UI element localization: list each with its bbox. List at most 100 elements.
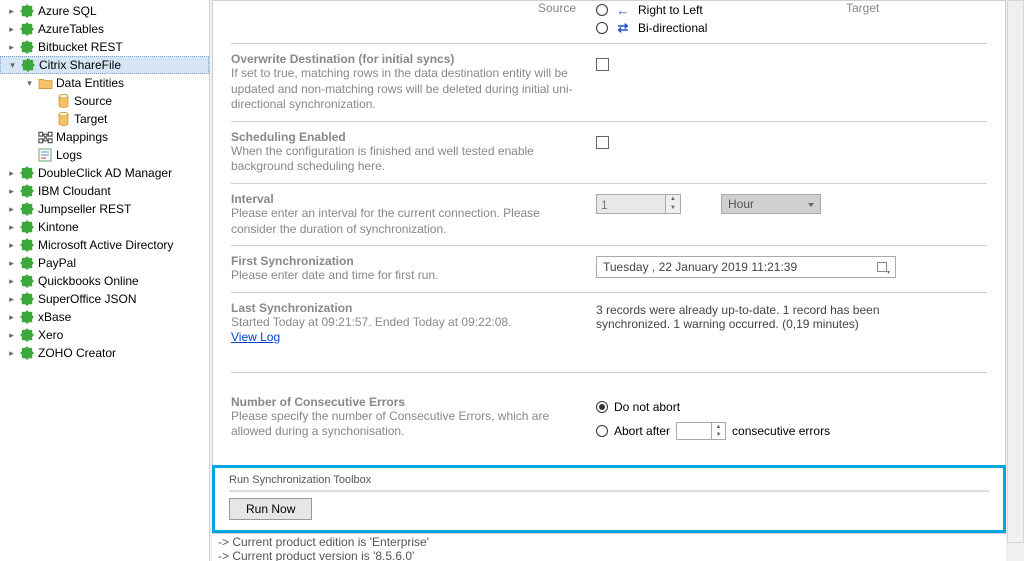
tree-item-xero[interactable]: ▸ Xero <box>0 326 209 344</box>
tree-label: Logs <box>56 148 82 162</box>
puzzle-icon <box>19 183 35 199</box>
expander-icon[interactable]: ▸ <box>6 276 17 287</box>
interval-row: Interval Please enter an interval for th… <box>231 184 987 246</box>
puzzle-icon <box>20 57 36 73</box>
puzzle-icon <box>19 345 35 361</box>
tree-label: Azure SQL <box>38 4 97 18</box>
interval-title: Interval <box>231 192 586 206</box>
puzzle-icon <box>19 21 35 37</box>
tree-item-target[interactable]: Target <box>0 110 209 128</box>
last-sync-desc: Started Today at 09:21:57. Ended Today a… <box>231 315 586 331</box>
view-log-link[interactable]: View Log <box>231 330 280 344</box>
tree-label: PayPal <box>38 256 76 270</box>
direction-right-to-left[interactable]: ← Right to Left <box>596 1 846 19</box>
interval-value-input[interactable]: 1 ▲▼ <box>596 194 681 214</box>
arrow-both-icon: ⇄ <box>614 20 632 36</box>
overwrite-destination-row: Overwrite Destination (for initial syncs… <box>231 44 987 122</box>
consec-err-desc: Please specify the number of Consecutive… <box>231 409 586 440</box>
first-sync-title: First Synchronization <box>231 254 586 268</box>
expander-icon[interactable]: ▸ <box>6 6 17 17</box>
scheduling-desc: When the configuration is finished and w… <box>231 144 586 175</box>
puzzle-icon <box>19 273 35 289</box>
expander-icon[interactable]: ▸ <box>6 168 17 179</box>
tree-item-xbase[interactable]: ▸ xBase <box>0 308 209 326</box>
expander-icon[interactable]: ▸ <box>6 42 17 53</box>
tree-label: SuperOffice JSON <box>38 292 136 306</box>
expander-icon[interactable]: ▾ <box>24 78 35 89</box>
db-icon <box>55 111 71 127</box>
do-not-abort-radio[interactable]: Do not abort <box>596 397 680 417</box>
vertical-scrollbar[interactable] <box>1007 0 1024 543</box>
expander-icon[interactable]: ▸ <box>6 258 17 269</box>
expander-icon[interactable]: ▸ <box>6 186 17 197</box>
spinner-icon[interactable]: ▲▼ <box>666 194 681 214</box>
puzzle-icon <box>19 291 35 307</box>
target-label: Target <box>846 1 879 15</box>
run-sync-toolbox: Run Synchronization Toolbox Run Now <box>212 465 1006 533</box>
tree-item-quickbooks-online[interactable]: ▸ Quickbooks Online <box>0 272 209 290</box>
tree-label: Data Entities <box>56 76 124 90</box>
expander-icon[interactable]: ▸ <box>6 204 17 215</box>
tree-item-bitbucket-rest[interactable]: ▸Bitbucket REST <box>0 38 209 56</box>
tree-item-paypal[interactable]: ▸ PayPal <box>0 254 209 272</box>
folder-icon <box>37 75 53 91</box>
tree-label: Source <box>74 94 112 108</box>
expander-icon[interactable]: ▸ <box>6 294 17 305</box>
overwrite-checkbox[interactable] <box>596 58 609 71</box>
direction-bidirectional[interactable]: ⇄ Bi-directional <box>596 19 846 37</box>
puzzle-icon <box>19 165 35 181</box>
tree-item-source[interactable]: Source <box>0 92 209 110</box>
tree-item-azure-sql[interactable]: ▸ Azure SQL <box>0 2 209 20</box>
interval-unit-combo[interactable]: Hour <box>721 194 821 214</box>
expander-icon[interactable]: ▸ <box>6 348 17 359</box>
tree-item-superoffice-json[interactable]: ▸ SuperOffice JSON <box>0 290 209 308</box>
abort-after-radio[interactable]: Abort after ▲▼ consecutive errors <box>596 421 830 441</box>
expander-icon[interactable]: ▾ <box>7 60 18 71</box>
tree-label: DoubleClick AD Manager <box>38 166 172 180</box>
log-line: -> Current product version is '8.5.6.0' <box>218 549 1000 561</box>
puzzle-icon <box>19 39 35 55</box>
tree-item-mappings[interactable]: Mappings <box>0 128 209 146</box>
tree-item-logs[interactable]: Logs <box>0 146 209 164</box>
radio-icon <box>596 4 608 16</box>
source-label: Source <box>538 1 576 15</box>
abort-count-input[interactable]: ▲▼ <box>676 422 726 440</box>
tree-label: IBM Cloudant <box>38 184 111 198</box>
main-panel: Source ← Right to Left ⇄ Bi-directional … <box>210 0 1024 561</box>
tree-item-zoho-creator[interactable]: ▸ZOHO Creator <box>0 344 209 362</box>
consec-err-title: Number of Consecutive Errors <box>231 395 586 409</box>
run-now-button[interactable]: Run Now <box>229 498 312 520</box>
expander-icon[interactable]: ▸ <box>6 330 17 341</box>
tree-item-microsoft-active-directory[interactable]: ▸Microsoft Active Directory <box>0 236 209 254</box>
first-sync-datetime-input[interactable]: Tuesday , 22 January 2019 11:21:39 <box>596 256 896 278</box>
tree-item-ibm-cloudant[interactable]: ▸ IBM Cloudant <box>0 182 209 200</box>
connections-tree[interactable]: ▸ Azure SQL ▸AzureTables▸Bitbucket REST▾Ci… <box>0 0 210 561</box>
tree-label: Jumpseller REST <box>38 202 131 216</box>
scheduling-checkbox[interactable] <box>596 136 609 149</box>
tree-label: Quickbooks Online <box>38 274 139 288</box>
tree-item-citrix-sharefile[interactable]: ▾Citrix ShareFile <box>0 56 209 74</box>
expander-icon[interactable]: ▸ <box>6 24 17 35</box>
interval-number-field[interactable]: 1 <box>596 194 666 214</box>
expander-icon[interactable]: ▸ <box>6 312 17 323</box>
radio-icon <box>596 401 608 413</box>
expander-icon[interactable]: ▸ <box>6 240 17 251</box>
puzzle-icon <box>19 309 35 325</box>
tree-item-azuretables[interactable]: ▸AzureTables <box>0 20 209 38</box>
tree-item-doubleclick-ad-manager[interactable]: ▸ DoubleClick AD Manager <box>0 164 209 182</box>
calendar-dropdown-icon[interactable] <box>875 260 891 276</box>
expander-icon[interactable]: ▸ <box>6 222 17 233</box>
tree-item-kintone[interactable]: ▸ Kintone <box>0 218 209 236</box>
map-icon <box>37 129 53 145</box>
scheduling-enabled-row: Scheduling Enabled When the configuratio… <box>231 122 987 184</box>
scheduling-title: Scheduling Enabled <box>231 130 586 144</box>
puzzle-icon <box>19 201 35 217</box>
tree-label: Xero <box>38 328 63 342</box>
puzzle-icon <box>19 327 35 343</box>
arrow-left-icon: ← <box>614 3 632 18</box>
interval-desc: Please enter an interval for the current… <box>231 206 586 237</box>
tree-item-data-entities[interactable]: ▾ Data Entities <box>0 74 209 92</box>
tree-label: xBase <box>38 310 71 324</box>
tree-item-jumpseller-rest[interactable]: ▸ Jumpseller REST <box>0 200 209 218</box>
tree-label: Kintone <box>38 220 79 234</box>
